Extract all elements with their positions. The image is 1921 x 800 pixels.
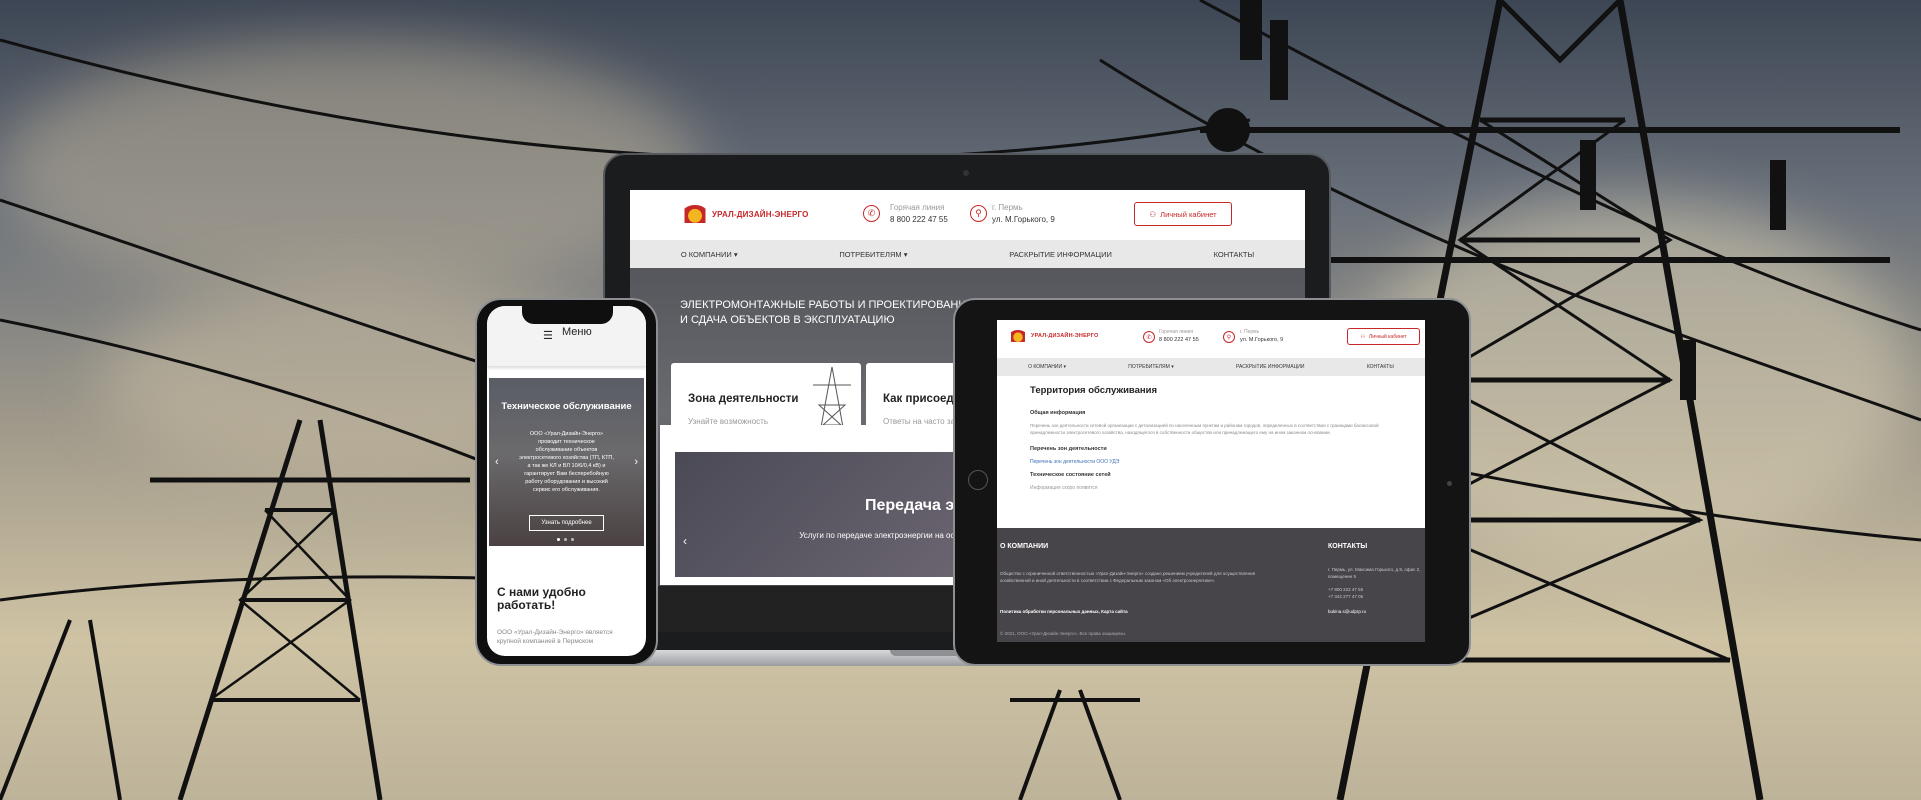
site-footer: О КОМПАНИИ Общество с ограниченной ответ… [997,528,1425,642]
nav-label: ПОТРЕБИТЕЛЯМ [839,249,902,259]
slider-next-arrow-icon[interactable]: › [634,456,638,468]
hotline-number[interactable]: 8 800 222 47 55 [890,215,948,224]
slider-dot[interactable] [557,538,560,541]
hero-title: ЭЛЕКТРОМОНТАЖНЫЕ РАБОТЫ И ПРОЕКТИРОВАНИЕ… [680,299,999,326]
footer-copyright: © 2021, ООО «Урал-Дизайн-Энерго». Все пр… [1000,631,1126,636]
city-label: г. Пермь [992,203,1023,212]
page-content: Территория обслуживания Общая информация… [1030,376,1400,491]
page-title: Территория обслуживания [1030,385,1158,396]
nav-item-company[interactable]: О КОМПАНИИ ▾ [1028,364,1066,370]
slider-dot[interactable] [571,538,574,541]
footer-heading: КОНТАКТЫ [1328,543,1368,550]
zones-document-link[interactable]: Перечень зон деятельности ООО УДЭ [1030,459,1400,465]
site-header: УРАЛ-ДИЗАЙН-ЭНЕРГО ✆ Горячая линия 8 800… [630,190,1305,240]
cabinet-label: Личный кабинет [1368,333,1407,340]
section-heading: Перечень зон деятельности [1030,446,1107,452]
section-heading: Техническое состояние сетей [1030,472,1111,478]
city-label: г. Пермь [1240,329,1260,335]
hotline-number[interactable]: 8 800 222 47 55 [1159,337,1199,343]
nav-item-disclosure[interactable]: РАСКРЫТИЕ ИНФОРМАЦИИ [1236,364,1304,370]
hotline-label: Горячая линия [890,203,945,212]
hamburger-menu-icon[interactable]: ☰ [543,329,553,342]
logo-text: УРАЛ-ДИЗАЙН-ЭНЕРГО [712,209,809,219]
site-logo[interactable]: УРАЛ-ДИЗАЙН-ЭНЕРГО [1009,330,1099,342]
address-text: ул. М.Горького, 9 [992,215,1055,224]
main-nav: О КОМПАНИИ ▾ ПОТРЕБИТЕЛЯМ ▾ РАСКРЫТИЕ ИН… [630,240,1305,268]
slide-title: Техническое обслуживание [501,401,632,412]
phone-icon: ✆ [1143,331,1155,343]
footer-address: г. Пермь, ул. Максима Горького, д.9, офи… [1328,567,1421,579]
learn-more-button[interactable]: Узнать подробнее [529,515,604,531]
site-logo[interactable]: УРАЛ-ДИЗАЙН-ЭНЕРГО [682,205,809,223]
logo-text: УРАЛ-ДИЗАЙН-ЭНЕРГО [1031,333,1099,339]
phone-notch [522,306,613,324]
section-text: Информация скоро появится [1030,485,1098,491]
nav-item-contacts[interactable]: КОНТАКТЫ [1367,364,1394,370]
location-pin-icon: ⚲ [1223,331,1235,343]
slide-title: Передача э [865,497,955,514]
site-header: УРАЛ-ДИЗАЙН-ЭНЕРГО ✆ Горячая линия 8 800… [997,320,1425,358]
slider-dot[interactable] [564,538,567,541]
nav-item-disclosure[interactable]: РАСКРЫТИЕ ИНФОРМАЦИИ [1009,250,1112,259]
tablet-home-button [968,470,988,490]
card-title: Зона деятельности [688,393,799,405]
section-heading: Общая информация [1030,410,1086,416]
slider-prev-arrow-icon[interactable]: ‹ [495,456,499,468]
tablet-screen: УРАЛ-ДИЗАЙН-ЭНЕРГО ✆ Горячая линия 8 800… [997,320,1425,642]
footer-links[interactable]: Политика обработки персональных данных, … [1000,608,1128,615]
slide-desc: ООО «Урал-Дизайн-Энерго» проводит технич… [519,431,614,493]
address-text: ул. М.Горького, 9 [1240,337,1284,343]
slider-dots [557,538,574,541]
nav-label: ПОТРЕБИТЕЛЯМ [1128,364,1170,370]
section-title: С нами удобно работать! [497,585,586,612]
footer-phone[interactable]: +7 342 277 47 05 [1328,593,1363,600]
footer-email[interactable]: bukinа.s@udprp.ru [1328,608,1366,615]
cabinet-label: Личный кабинет [1160,209,1217,219]
logo-emblem-icon [1009,330,1027,342]
section-text: ООО «Урал-Дизайн-Энерго» является крупно… [497,629,613,645]
nav-item-consumers[interactable]: ПОТРЕБИТЕЛЯМ ▾ [839,250,907,259]
nav-item-company[interactable]: О КОМПАНИИ ▾ [681,250,738,259]
nav-label: О КОМПАНИИ [1028,364,1063,370]
laptop-camera [963,170,969,176]
tablet-camera [1447,481,1452,486]
main-nav: О КОМПАНИИ ▾ ПОТРЕБИТЕЛЯМ ▾ РАСКРЫТИЕ ИН… [997,358,1425,376]
card-title: Как присоеди [883,393,961,405]
hotline-label: Горячая линия [1159,329,1194,335]
nav-label: О КОМПАНИИ [680,249,732,259]
user-icon: ⚇ [1360,333,1365,340]
slider-prev-arrow-icon[interactable]: ‹ [683,534,687,548]
footer-company-text: Общество с ограниченной ответственностью… [1000,571,1256,583]
user-icon: ⚇ [1149,209,1157,219]
footer-heading: О КОМПАНИИ [1000,543,1049,550]
personal-cabinet-button[interactable]: ⚇ Личный кабинет [1134,202,1232,226]
phone-icon: ✆ [863,205,880,222]
personal-cabinet-button[interactable]: ⚇ Личный кабинет [1347,328,1420,345]
logo-emblem-icon [682,205,708,223]
nav-item-consumers[interactable]: ПОТРЕБИТЕЛЯМ ▾ [1128,364,1173,370]
footer-phone[interactable]: +7 800 222 47 55 [1328,586,1363,593]
nav-item-contacts[interactable]: КОНТАКТЫ [1214,250,1254,259]
menu-label: Меню [562,326,592,338]
location-pin-icon: ⚲ [970,205,987,222]
mobile-slider: Техническое обслуживание ООО «Урал-Дизай… [489,378,644,546]
phone-screen: ☰ Меню Техническое обслуживание ООО «Ура… [487,306,646,656]
section-text: Перечень зон деятельности сетевой органи… [1030,423,1379,435]
